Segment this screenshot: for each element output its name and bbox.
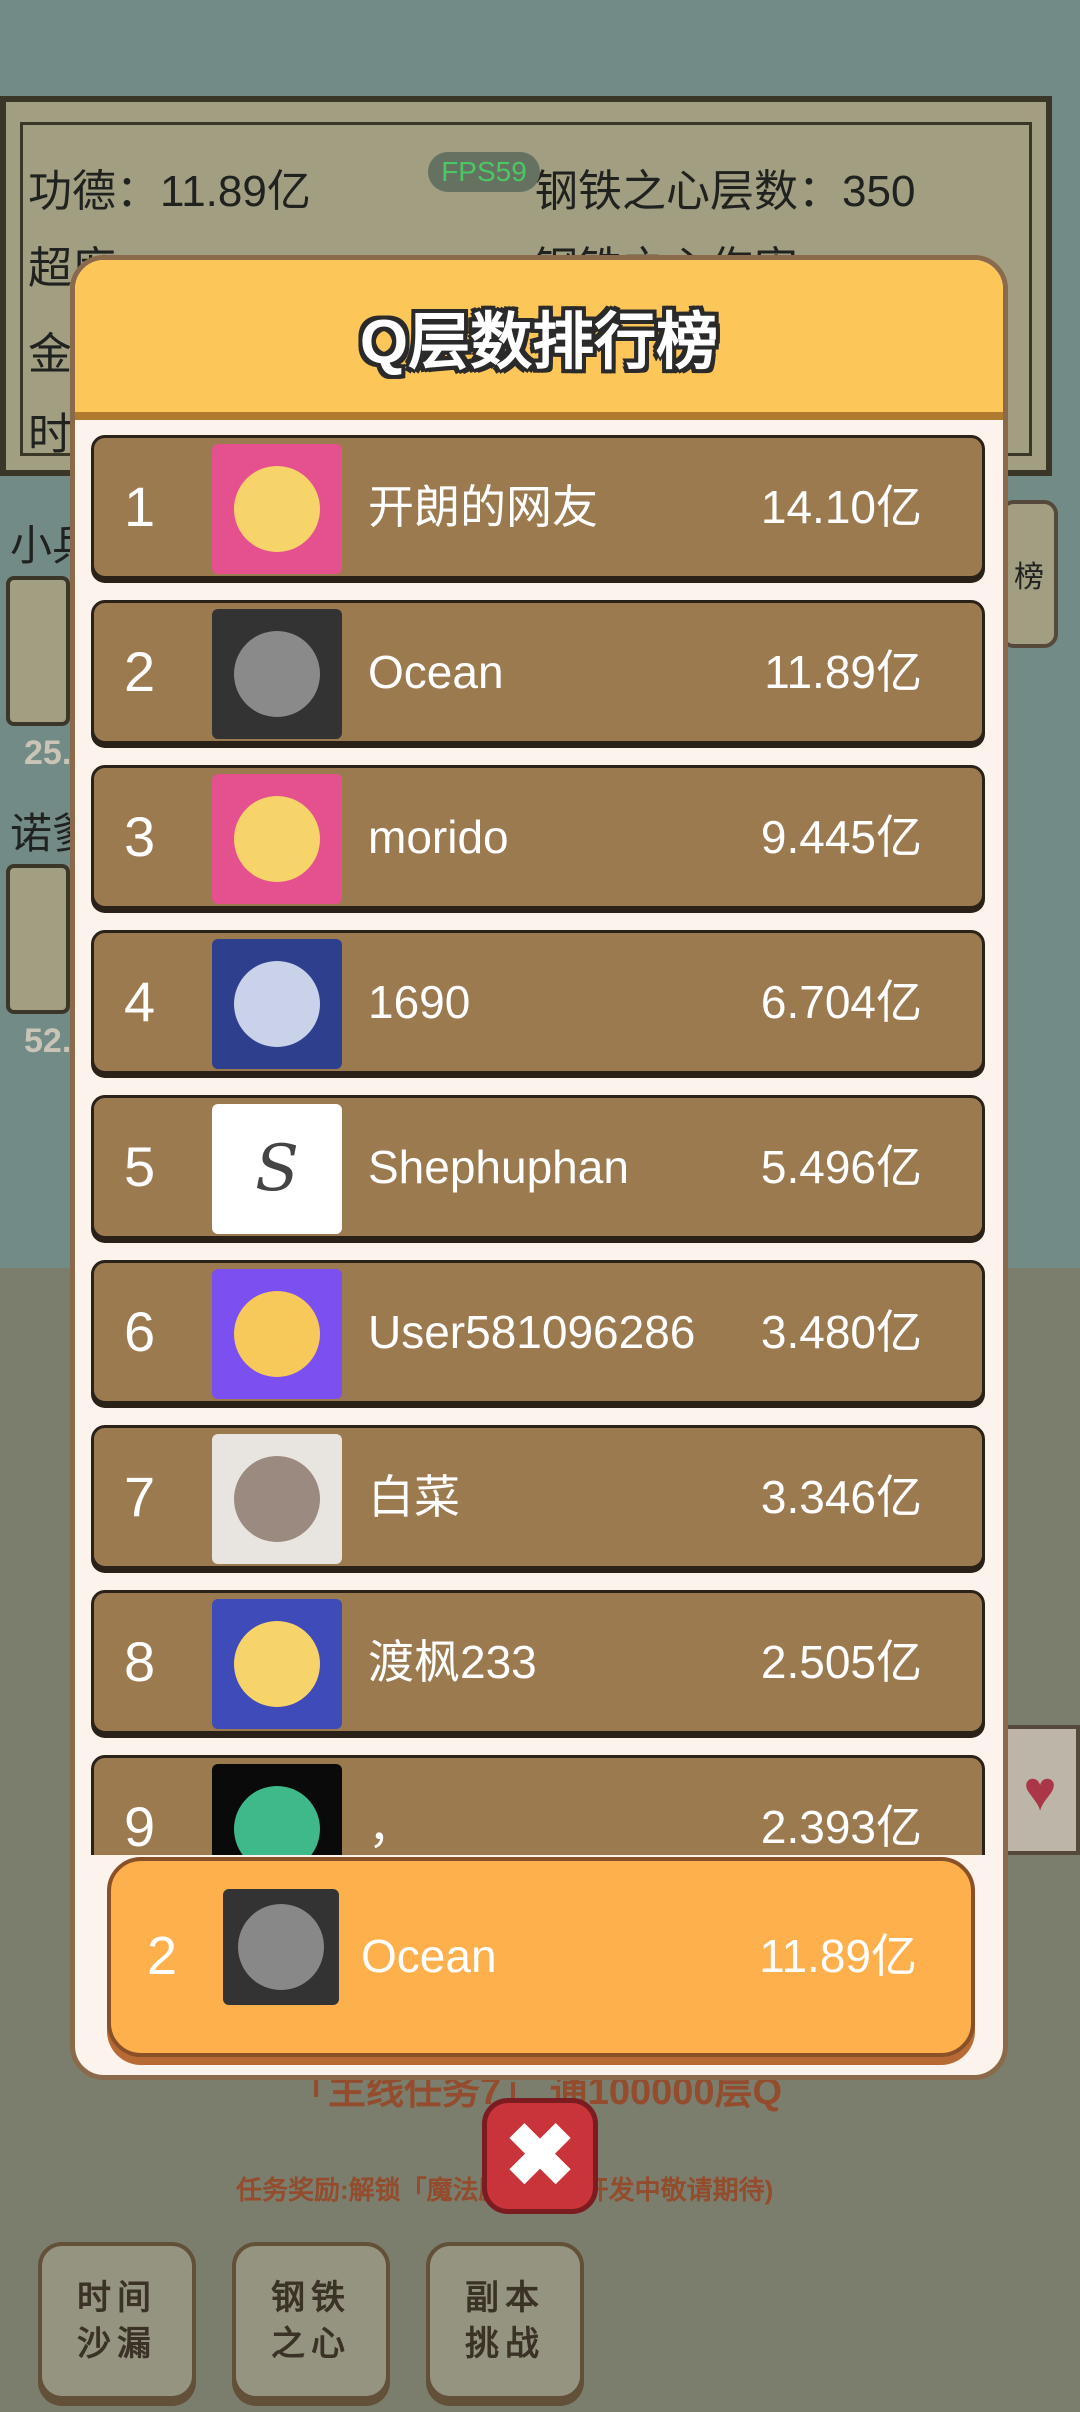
self-player-score: 11.89亿 — [759, 1930, 917, 1982]
leaderboard-modal: Q层数排行榜 1 开朗的网友 14.10亿 2 Ocean 11.89亿 3 morido 9.… — [70, 255, 1008, 2080]
self-player-name: Ocean — [361, 1930, 497, 1982]
leaderboard-row[interactable]: 4 1690 6.704亿 — [91, 930, 985, 1074]
player-name: 渡枫233 — [368, 1636, 537, 1688]
modal-header: Q层数排行榜 — [75, 260, 1003, 420]
player-score: 3.480亿 — [760, 1306, 922, 1358]
player-score: 14.10亿 — [760, 481, 922, 533]
rank-number: 9 — [124, 1795, 156, 1855]
rank-number: 5 — [124, 1135, 156, 1198]
rank-number: 1 — [124, 475, 156, 538]
self-rank-row: 2 Ocean 11.89亿 — [107, 1857, 975, 2057]
player-score: 2.505亿 — [760, 1636, 922, 1688]
rank-number: 4 — [124, 970, 156, 1033]
rank-number: 2 — [124, 640, 156, 703]
player-name: morido — [368, 811, 509, 863]
letter-s-avatar: S — [212, 1104, 342, 1234]
player-score: 2.393亿 — [760, 1801, 922, 1853]
leaderboard-row[interactable]: 6 User581096286 3.480亿 — [91, 1260, 985, 1404]
leaderboard-list[interactable]: 1 开朗的网友 14.10亿 2 Ocean 11.89亿 3 morido 9.445亿 4 16… — [75, 435, 1003, 1855]
player-name: 开朗的网友 — [368, 481, 598, 533]
leaderboard-row[interactable]: 7 白菜 3.346亿 — [91, 1425, 985, 1569]
player-name: 白菜 — [368, 1471, 460, 1523]
leaderboard-row[interactable]: 8 渡枫233 2.505亿 — [91, 1590, 985, 1734]
leaderboard-row[interactable]: 9 ， 2.393亿 — [91, 1755, 985, 1855]
anime-girl-avatar — [212, 444, 342, 574]
player-name: 1690 — [368, 976, 471, 1028]
leaderboard-row[interactable]: 2 Ocean 11.89亿 — [91, 600, 985, 744]
rank-number: 6 — [124, 1300, 156, 1363]
rank-number: 8 — [124, 1630, 156, 1693]
leaderboard-row[interactable]: 1 开朗的网友 14.10亿 — [91, 435, 985, 579]
leaderboard-row[interactable]: 5 S Shephuphan 5.496亿 — [91, 1095, 985, 1239]
player-score: 9.445亿 — [760, 811, 922, 863]
anime-girl-avatar — [212, 1599, 342, 1729]
player-name: User581096286 — [368, 1306, 696, 1358]
player-name: ， — [368, 1801, 414, 1853]
anime-girl-star-eyes-avatar — [212, 1269, 342, 1399]
robot-avatar — [212, 939, 342, 1069]
player-name: Shephuphan — [368, 1141, 629, 1193]
modal-title: Q层数排行榜 — [359, 308, 719, 377]
player-score: 6.704亿 — [760, 976, 922, 1028]
rank-number: 3 — [124, 805, 156, 868]
anime-girl-avatar — [212, 774, 342, 904]
player-name: Ocean — [368, 646, 504, 698]
leaderboard-row[interactable]: 3 morido 9.445亿 — [91, 765, 985, 909]
player-score: 11.89亿 — [764, 646, 922, 698]
self-rank-number: 2 — [147, 1926, 178, 1986]
close-icon[interactable]: ✖ — [482, 2098, 598, 2214]
planet-avatar — [212, 1764, 342, 1855]
man-photo-avatar — [212, 609, 342, 739]
rank-number: 7 — [124, 1465, 156, 1528]
player-score: 5.496亿 — [760, 1141, 922, 1193]
man-photo-avatar — [223, 1889, 339, 2005]
anime-soldier-avatar — [212, 1434, 342, 1564]
player-score: 3.346亿 — [760, 1471, 922, 1523]
